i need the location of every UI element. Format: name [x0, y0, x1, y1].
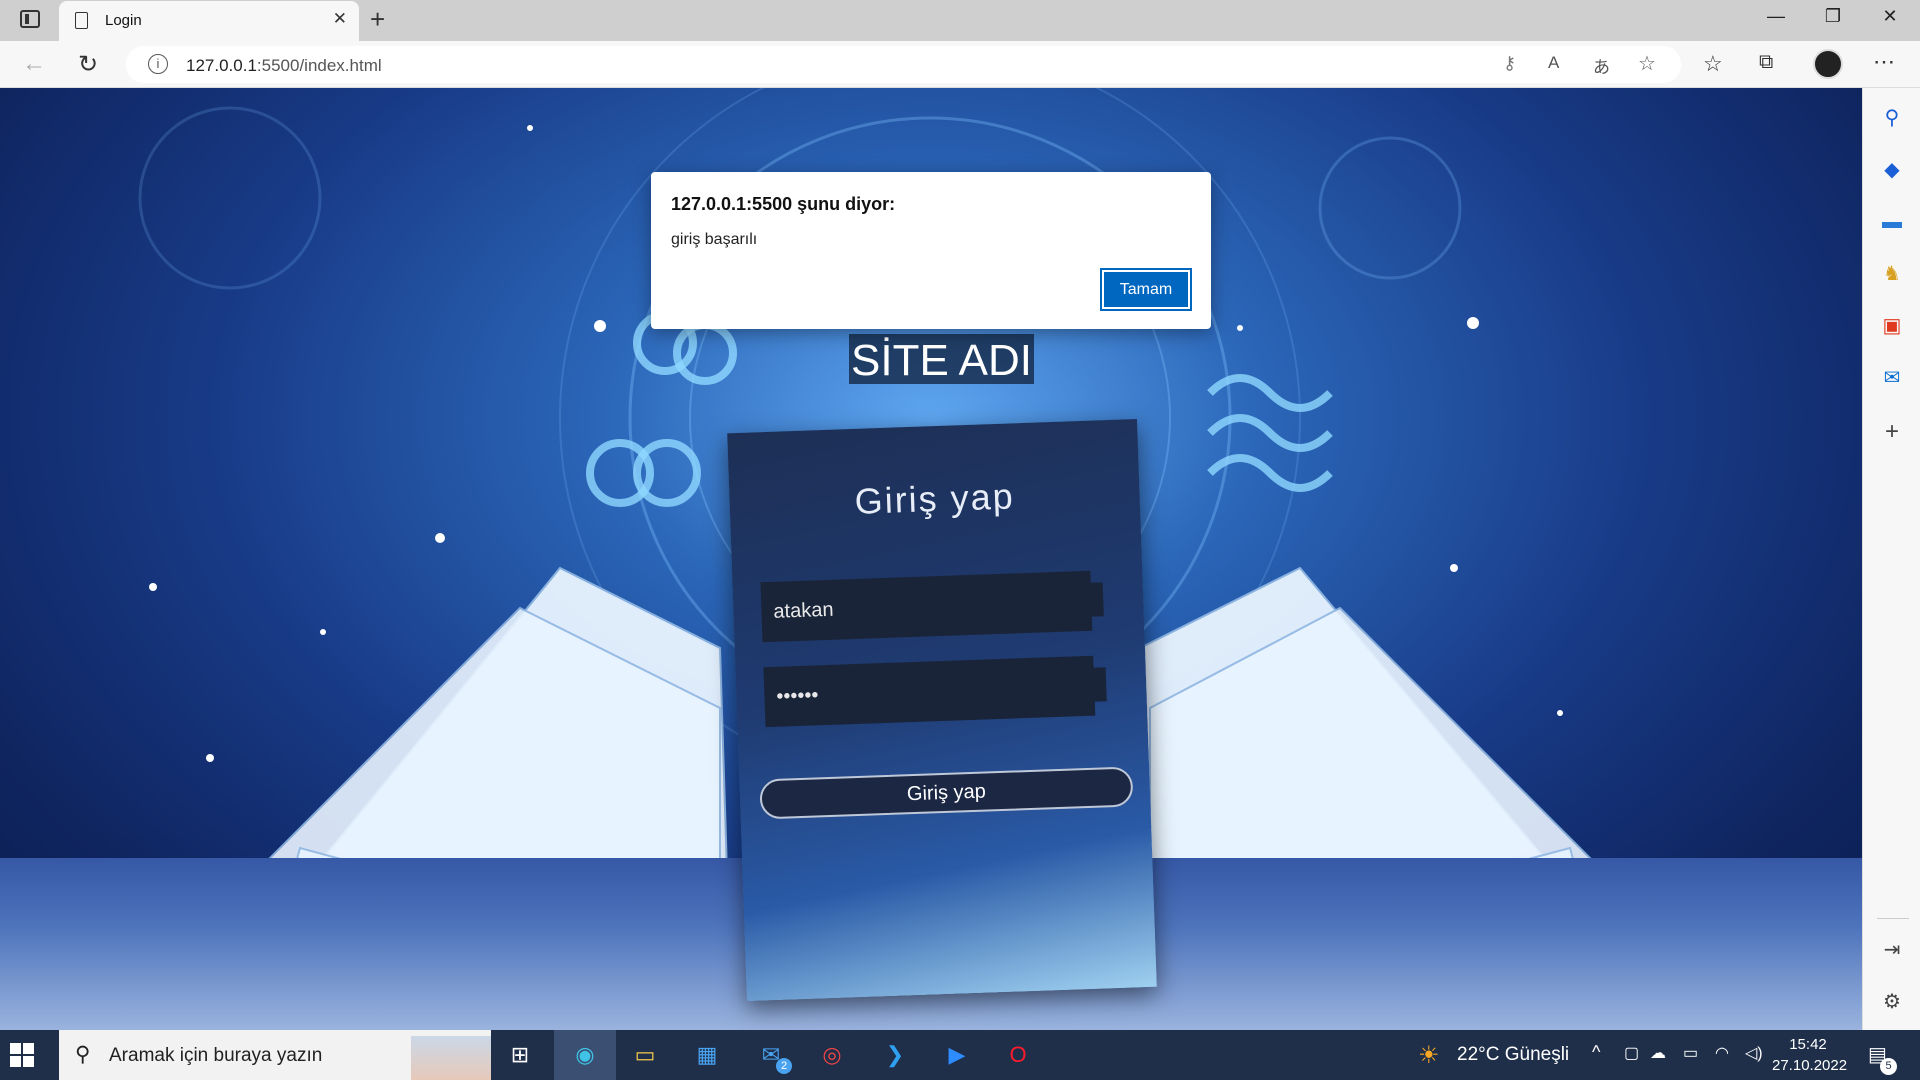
wifi-icon[interactable]: ◠ — [1715, 1043, 1729, 1063]
more-icon[interactable]: ⋯ — [1873, 49, 1895, 75]
address-bar[interactable]: i 127.0.0.1:5500/index.html ⚷ A あ ☆ — [126, 46, 1681, 83]
login-button[interactable]: Giriş yap — [759, 766, 1134, 820]
input-handle — [1091, 667, 1107, 702]
tools-icon[interactable]: ▬ — [1878, 208, 1906, 236]
office-icon[interactable]: ▣ — [1878, 312, 1906, 340]
notification-badge: 5 — [1880, 1058, 1897, 1075]
taskbar-search[interactable]: ⚲ Aramak için buraya yazın — [59, 1030, 491, 1080]
login-card: Giriş yap Giriş yap — [727, 419, 1157, 1001]
restore-icon[interactable]: ❐ — [1813, 6, 1853, 27]
key-icon[interactable]: ⚷ — [1503, 53, 1516, 74]
mail-badge: 2 — [776, 1058, 792, 1074]
alert-title: 127.0.0.1:5500 şunu diyor: — [671, 194, 896, 214]
login-heading: Giriş yap — [853, 475, 1016, 522]
browser-tab-strip: Login ✕ + — ❐ ✕ — [0, 0, 1920, 41]
search-highlight-image — [411, 1036, 491, 1080]
translate-icon[interactable]: あ — [1593, 53, 1610, 78]
minimize-icon[interactable]: — — [1756, 6, 1796, 27]
task-view-icon[interactable]: ⊞ — [505, 1040, 535, 1070]
edge-icon[interactable]: ◉ — [570, 1040, 600, 1070]
read-aloud-icon[interactable]: A — [1548, 53, 1559, 73]
favorites-icon[interactable]: ☆ — [1703, 51, 1723, 77]
tab-actions-icon[interactable] — [20, 10, 40, 28]
alert-dialog: 127.0.0.1:5500 şunu diyor: giriş başarıl… — [651, 172, 1211, 329]
username-input[interactable] — [760, 570, 1093, 643]
zoom-icon[interactable]: ▶ — [942, 1040, 972, 1070]
weather-text[interactable]: 22°C Güneşli — [1457, 1044, 1569, 1066]
onedrive-icon[interactable]: ☁ — [1650, 1043, 1666, 1063]
back-icon[interactable]: ← — [22, 50, 46, 78]
alert-ok-button[interactable]: Tamam — [1100, 268, 1192, 311]
add-icon[interactable]: + — [1878, 418, 1906, 446]
refresh-icon[interactable]: ↻ — [78, 50, 98, 79]
site-title: SİTE ADI — [849, 334, 1034, 385]
settings-icon[interactable]: ⚙ — [1878, 988, 1906, 1016]
shopping-icon[interactable]: ◆ — [1878, 156, 1906, 184]
taskbar: ⚲ Aramak için buraya yazın ⊞ ◉ ▭ ▦ ✉ 2 ◎… — [0, 1030, 1920, 1080]
collections-icon[interactable]: ⧉ — [1759, 51, 1773, 74]
outlook-icon[interactable]: ✉ — [1878, 364, 1906, 392]
tab-login[interactable]: Login ✕ — [59, 1, 359, 41]
clock-date: 27.10.2022 — [1772, 1057, 1848, 1074]
page-viewport: SİTE ADI Giriş yap Giriş yap 127.0.0.1:5… — [0, 88, 1862, 1030]
password-input[interactable] — [763, 655, 1096, 728]
opera-icon[interactable]: O — [1003, 1040, 1033, 1070]
address-toolbar: ← ↻ i 127.0.0.1:5500/index.html ⚷ A あ ☆ … — [0, 41, 1920, 88]
search-placeholder: Aramak için buraya yazın — [109, 1045, 323, 1066]
chrome-icon[interactable]: ◎ — [817, 1040, 847, 1070]
profile-avatar[interactable] — [1813, 49, 1843, 79]
vscode-icon[interactable]: ❯ — [880, 1040, 910, 1070]
windows-start-icon[interactable] — [10, 1043, 34, 1067]
chevron-up-icon[interactable]: ^ — [1592, 1042, 1600, 1063]
store-icon[interactable]: ▦ — [692, 1040, 722, 1070]
battery-icon[interactable]: ▭ — [1683, 1043, 1698, 1063]
alert-message: giriş başarılı — [671, 231, 758, 248]
sidebar-divider — [1877, 918, 1909, 919]
file-explorer-icon[interactable]: ▭ — [630, 1040, 660, 1070]
search-icon[interactable]: ⚲ — [1878, 104, 1906, 132]
volume-icon[interactable]: ◁) — [1745, 1043, 1763, 1063]
add-favorite-icon[interactable]: ☆ — [1638, 51, 1656, 76]
games-icon[interactable]: ♞ — [1878, 260, 1906, 288]
weather-icon: ☀ — [1418, 1042, 1440, 1069]
hide-sidebar-icon[interactable]: ⇥ — [1878, 936, 1906, 964]
clock-time: 15:42 — [1789, 1036, 1827, 1053]
site-info-icon[interactable]: i — [148, 54, 168, 74]
search-icon: ⚲ — [75, 1043, 91, 1066]
clock[interactable]: 15:42 27.10.2022 — [1772, 1034, 1848, 1076]
page-icon — [75, 12, 88, 29]
meet-icon[interactable]: ▢ — [1624, 1043, 1639, 1063]
tab-title: Login — [105, 12, 142, 29]
close-tab-icon[interactable]: ✕ — [333, 9, 347, 29]
input-handle — [1088, 582, 1104, 617]
close-window-icon[interactable]: ✕ — [1870, 6, 1910, 27]
new-tab-icon[interactable]: + — [370, 4, 385, 35]
browser-sidebar: ⚲ ◆ ▬ ♞ ▣ ✉ + ⇥ ⚙ — [1862, 88, 1920, 1030]
url-text: 127.0.0.1:5500/index.html — [186, 56, 382, 75]
